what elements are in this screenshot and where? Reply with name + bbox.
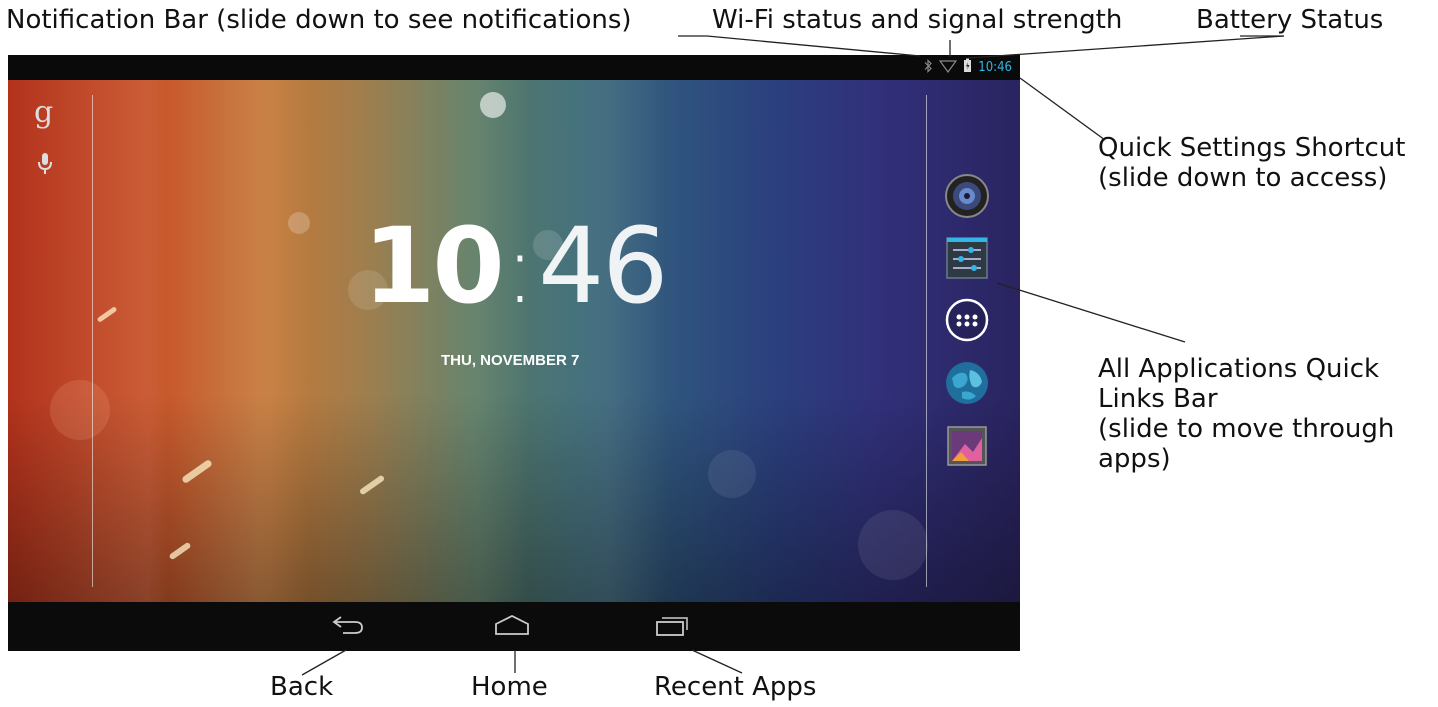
voice-search-icon[interactable]	[36, 152, 54, 180]
browser-icon[interactable]	[943, 359, 991, 407]
bokeh-light	[708, 450, 756, 498]
quick-settings-label: Quick Settings Shortcut (slide down to a…	[1098, 133, 1428, 194]
tablet-screen: 10:46 g 10 : 46 THU, NOVEMBER 7	[8, 55, 1020, 651]
all-apps-label-line3: (slide to move through	[1098, 413, 1395, 444]
settings-icon[interactable]	[943, 234, 991, 282]
bokeh-light	[288, 212, 310, 234]
back-label: Back	[270, 672, 334, 702]
all-apps-label: All Applications Quick Links Bar (slide …	[1098, 354, 1428, 475]
status-icons: 10:46	[924, 58, 1012, 77]
bokeh-light	[50, 380, 110, 440]
bokeh-light	[858, 510, 928, 580]
wifi-icon	[939, 58, 958, 77]
clock-minutes: 46	[538, 205, 668, 327]
recent-apps-label: Recent Apps	[654, 672, 817, 702]
battery-icon	[963, 58, 972, 77]
navigation-bar	[8, 602, 1020, 651]
home-label: Home	[471, 672, 548, 702]
light-streak	[358, 474, 386, 496]
recent-apps-button[interactable]	[652, 612, 692, 642]
right-divider	[926, 95, 927, 587]
back-button[interactable]	[328, 612, 368, 642]
battery-status-label: Battery Status	[1196, 5, 1384, 35]
bluetooth-icon	[924, 58, 933, 77]
google-search-logo[interactable]: g	[34, 95, 53, 130]
all-apps-label-line4: apps)	[1098, 443, 1171, 474]
quick-settings-label-line1: Quick Settings Shortcut	[1098, 133, 1406, 163]
all-apps-label-line2: Links Bar	[1098, 383, 1218, 414]
home-screen: g 10 : 46 THU, NOVEMBER 7	[8, 80, 1020, 602]
quick-settings-label-line2: (slide down to access)	[1098, 162, 1388, 193]
clock-hours: 10	[363, 205, 505, 327]
all-apps-label-line1: All Applications Quick	[1098, 354, 1380, 384]
clock-separator: :	[503, 213, 537, 325]
notification-bar-label: Notification Bar (slide down to see noti…	[6, 5, 632, 35]
recent-apps-icon	[654, 613, 690, 641]
light-streak	[96, 306, 118, 323]
home-icon	[493, 614, 531, 640]
wifi-status-label: Wi-Fi status and signal strength	[712, 5, 1123, 35]
status-clock: 10:46	[978, 60, 1012, 75]
date-text: THU, NOVEMBER 7	[441, 352, 580, 369]
gallery-icon[interactable]	[943, 422, 991, 470]
bokeh-light	[480, 92, 506, 118]
status-bar[interactable]: 10:46	[8, 55, 1020, 80]
home-button[interactable]	[492, 612, 532, 642]
all-apps-icon[interactable]	[943, 296, 991, 344]
left-divider	[92, 95, 93, 587]
clock-widget[interactable]: 10 : 46	[363, 205, 668, 327]
light-streak	[168, 541, 192, 561]
music-icon[interactable]	[943, 172, 991, 220]
back-icon	[331, 614, 365, 640]
light-streak	[181, 458, 213, 485]
